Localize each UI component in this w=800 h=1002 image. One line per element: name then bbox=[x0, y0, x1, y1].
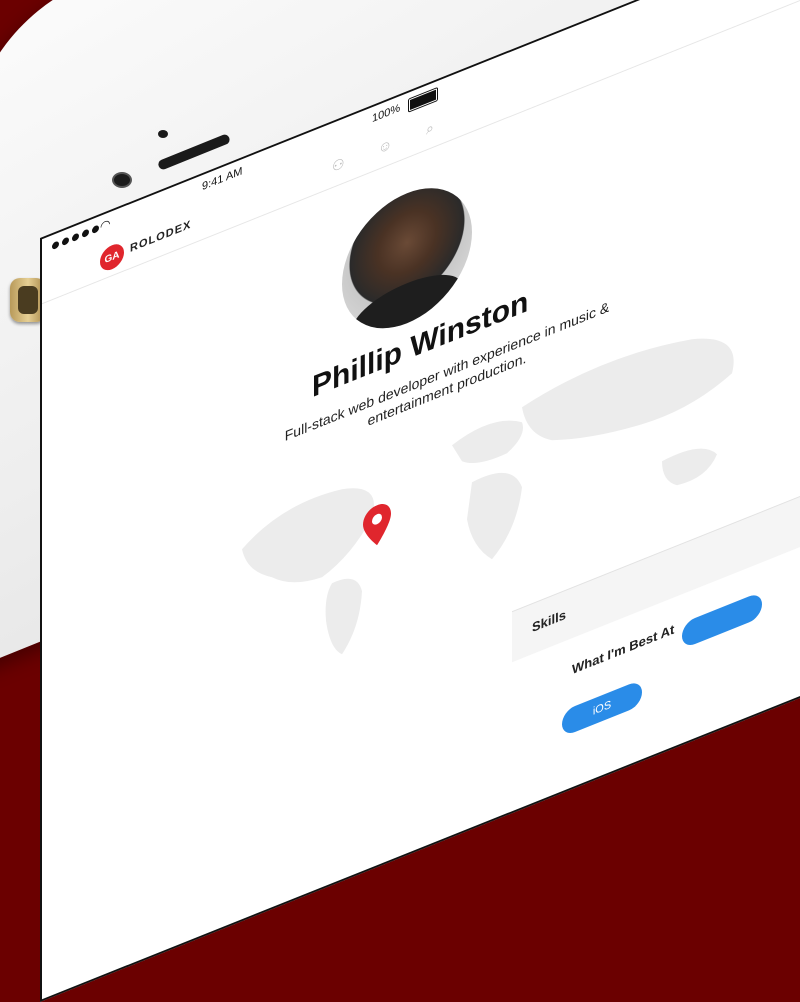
skills-label: Skills bbox=[532, 606, 566, 636]
proximity-sensor bbox=[158, 130, 168, 138]
search-icon[interactable]: ⌕ bbox=[426, 118, 434, 138]
battery-percent: 100% bbox=[372, 101, 401, 126]
group-icon[interactable]: ⚇ bbox=[332, 154, 345, 176]
wifi-icon: ◠ bbox=[100, 215, 111, 235]
user-icon[interactable]: ☺ bbox=[378, 135, 392, 157]
skill-pill[interactable]: iOS bbox=[562, 679, 642, 738]
app-logo[interactable]: GA bbox=[100, 240, 124, 275]
front-camera bbox=[112, 172, 132, 188]
